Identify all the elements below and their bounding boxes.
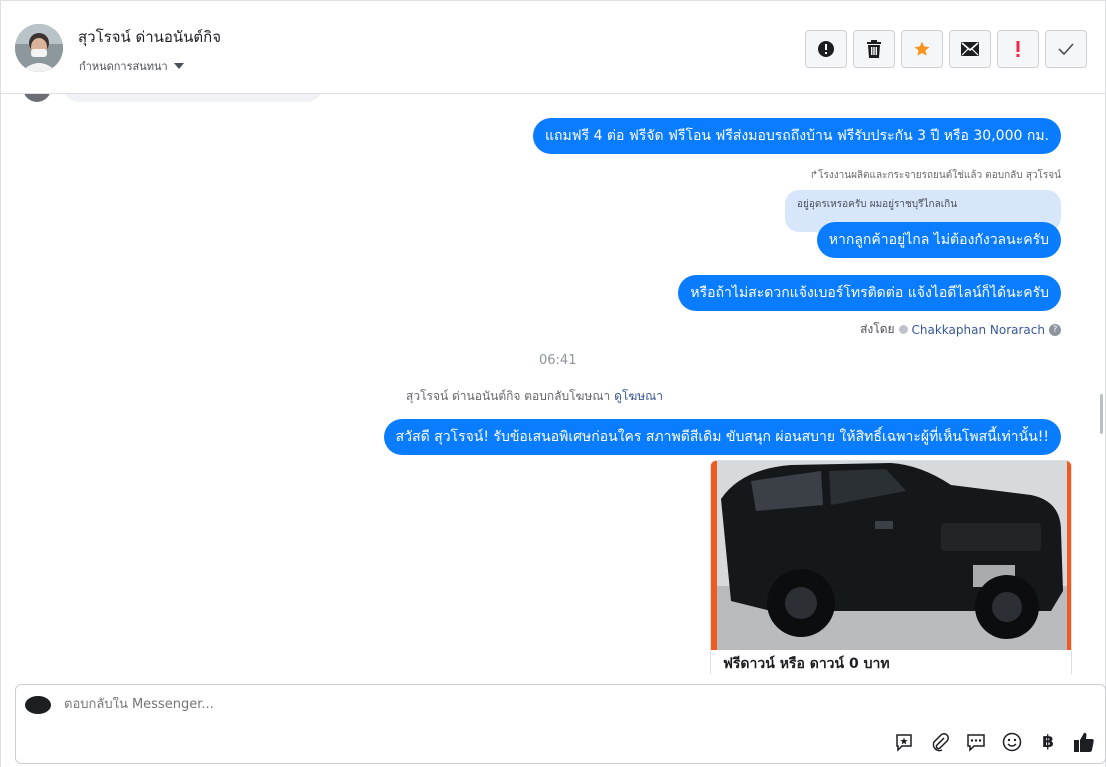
view-ad-link[interactable]: ดูโฆษณา — [614, 389, 663, 403]
outgoing-message[interactable]: หรือถ้าไม่สะดวกแจ้งเบอร์โทรติดต่อ แจ้งไอ… — [678, 275, 1061, 311]
checkmark-icon — [1058, 43, 1074, 55]
message-composer: ฿ — [15, 684, 1106, 764]
ad-reply-text: สุวโรจน์ ด่านอนันต์กิจ ตอบกลับโฆษณา — [406, 389, 611, 403]
agent-status-icon — [898, 325, 908, 334]
star-button[interactable] — [901, 30, 943, 68]
truck-photo — [711, 461, 1071, 650]
message-thread[interactable]: แถมฟรี 4 ต่อ ฟรีจัด ฟรีโอน ฟรีส่งมอบรถถึ… — [1, 94, 1095, 674]
payment-button[interactable]: ฿ — [1037, 731, 1059, 753]
ad-card-title[interactable]: ฟรีดาวน์ หรือ ดาวน์ 0 บาท — [723, 653, 890, 674]
messenger-conversation-panel: สุวโรจน์ ด่านอนันต์กิจ กำหนดการสนทนา แถม… — [0, 0, 1106, 767]
outgoing-message[interactable]: แถมฟรี 4 ต่อ ฟรีจัด ฟรีโอน ฟรีส่งมอบรถถึ… — [532, 118, 1061, 154]
outgoing-message[interactable]: หากลูกค้าอยู่ไกล ไม่ต้องกังวลนะครับ — [816, 222, 1061, 258]
sent-by-label: ส่งโดย — [860, 322, 895, 336]
mail-icon — [961, 42, 979, 56]
attach-button[interactable] — [929, 731, 951, 753]
like-button[interactable] — [1073, 731, 1095, 753]
ad-card[interactable]: ฟรีดาวน์ หรือ ดาวน์ 0 บาท — [710, 460, 1072, 674]
emoji-button[interactable] — [1001, 731, 1023, 753]
thumbs-up-icon — [1074, 732, 1094, 752]
message-timestamp: 06:41 — [539, 353, 577, 368]
mark-important-button[interactable] — [997, 30, 1039, 68]
conversation-header: สุวโรจน์ ด่านอนันต์กิจ กำหนดการสนทนา — [1, 1, 1105, 94]
composer-actions: ฿ — [893, 731, 1095, 753]
reply-input[interactable] — [64, 697, 664, 712]
avatar-photo — [15, 24, 63, 72]
important-icon — [1016, 41, 1020, 57]
ad-reply-note: สุวโรจน์ ด่านอนันต์กิจ ตอบกลับโฆษณา ดูโฆ… — [406, 387, 663, 406]
previous-incoming-bubble — [63, 94, 323, 102]
ad-card-image[interactable] — [711, 461, 1071, 650]
conversation-toolbar — [805, 30, 1087, 68]
paperclip-icon — [932, 733, 949, 752]
outgoing-message[interactable]: สวัสดี สุวโรจน์! รับข้อเสนอพิเศษก่อนใคร … — [383, 419, 1061, 455]
quick-reply-button[interactable] — [965, 731, 987, 753]
sent-by-line: ส่งโดย Chakkaphan Norarach ? — [860, 320, 1061, 339]
baht-icon: ฿ — [1042, 732, 1054, 752]
page-logo — [25, 696, 51, 714]
help-icon[interactable]: ? — [1049, 323, 1061, 336]
chat-bubble-icon — [967, 734, 985, 752]
contact-name[interactable]: สุวโรจน์ ด่านอนันต์กิจ — [78, 25, 221, 49]
mark-spam-button[interactable] — [805, 30, 847, 68]
spam-icon — [818, 41, 834, 57]
saved-reply-icon — [896, 734, 912, 752]
conversation-settings-dropdown[interactable]: กำหนดการสนทนา — [79, 57, 184, 75]
smiley-icon — [1002, 732, 1022, 752]
contact-avatar[interactable] — [15, 24, 63, 72]
saved-replies-button[interactable] — [893, 731, 915, 753]
mark-unread-button[interactable] — [949, 30, 991, 68]
conversation-settings-label: กำหนดการสนทนา — [79, 60, 168, 73]
scrollbar-thumb[interactable] — [1100, 394, 1103, 434]
trash-icon — [867, 40, 881, 58]
caret-down-icon — [173, 63, 184, 69]
delete-button[interactable] — [853, 30, 895, 68]
previous-sender-avatar — [23, 94, 51, 102]
mark-done-button[interactable] — [1045, 30, 1087, 68]
reply-context-note: ↱โรงงานผลิตและกระจายรถยนต์ใช่แล้ว ตอบกลั… — [809, 170, 1061, 181]
star-icon — [914, 41, 930, 56]
thread-scrollbar[interactable] — [1097, 94, 1105, 674]
sent-by-agent[interactable]: Chakkaphan Norarach — [912, 323, 1045, 337]
